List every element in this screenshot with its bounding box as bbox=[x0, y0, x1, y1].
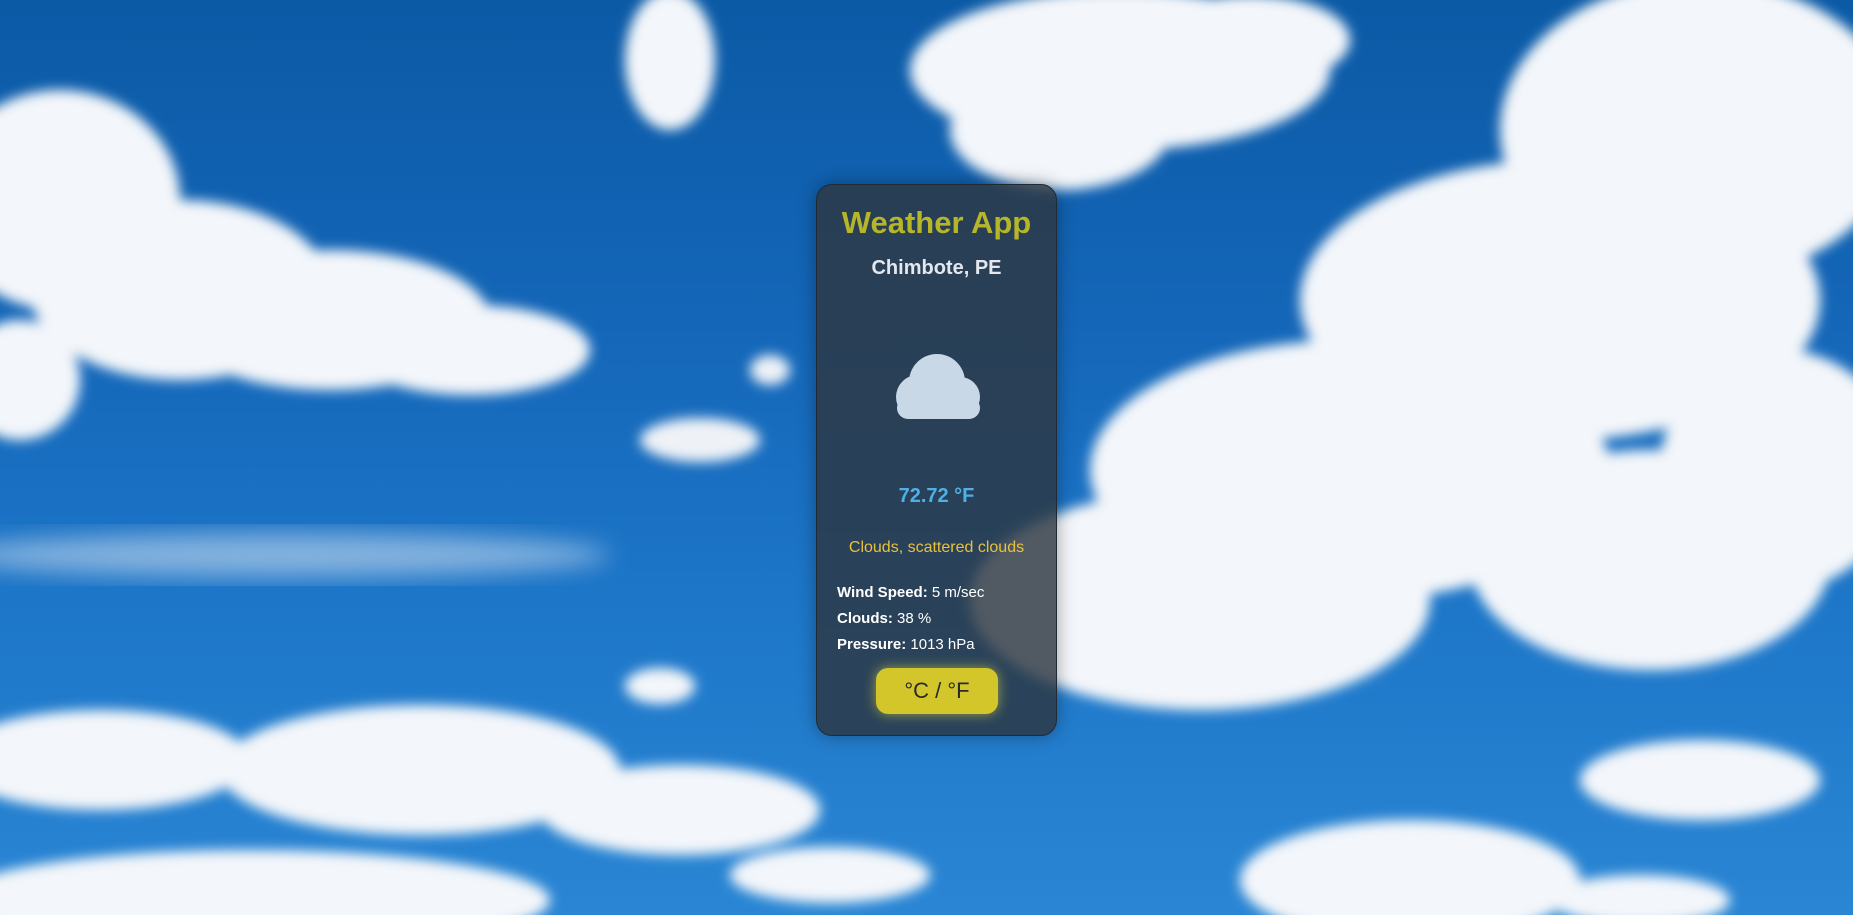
detail-label: Clouds: bbox=[837, 610, 893, 627]
temperature-value: 72.72 °F bbox=[898, 485, 975, 507]
weather-description: Clouds, scattered clouds bbox=[848, 539, 1025, 556]
weather-details: Wind Speed: 5 m/sec Clouds: 38 % Pressur… bbox=[837, 580, 984, 658]
detail-clouds: Clouds: 38 % bbox=[837, 606, 984, 632]
cloud-icon bbox=[896, 354, 980, 419]
weather-icon-container bbox=[817, 340, 1056, 430]
detail-value: 38 % bbox=[897, 610, 932, 627]
detail-wind-speed: Wind Speed: 5 m/sec bbox=[837, 580, 984, 606]
detail-value: 1013 hPa bbox=[910, 636, 975, 653]
unit-toggle-button[interactable]: °C / °F bbox=[876, 668, 998, 714]
detail-label: Pressure: bbox=[837, 636, 907, 653]
weather-card: Weather App Chimbote, PE 72.72 °F Clouds… bbox=[816, 184, 1057, 736]
detail-value: 5 m/sec bbox=[931, 584, 985, 601]
app-title: Weather App bbox=[841, 205, 1032, 240]
detail-pressure: Pressure: 1013 hPa bbox=[837, 632, 984, 658]
location-label: Chimbote, PE bbox=[871, 257, 1002, 279]
detail-label: Wind Speed: bbox=[837, 584, 928, 601]
